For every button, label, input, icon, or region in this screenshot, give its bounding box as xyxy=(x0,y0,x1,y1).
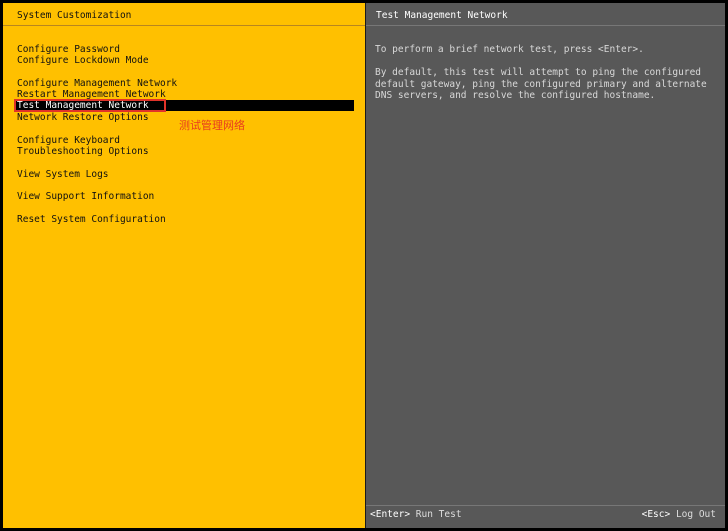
menu-configure-management-network[interactable]: Configure Management Network xyxy=(17,78,177,89)
menu-network-restore-options[interactable]: Network Restore Options xyxy=(17,112,149,123)
description-line: default gateway, ping the configured pri… xyxy=(375,78,707,90)
menu-view-system-logs[interactable]: View System Logs xyxy=(17,169,109,180)
left-header-rule xyxy=(3,25,365,26)
menu-test-management-network[interactable]: Test Management Network xyxy=(15,100,354,111)
log-out-label: Log Out xyxy=(675,509,716,520)
right-pane-title: Test Management Network xyxy=(376,10,508,21)
menu-view-support-information[interactable]: View Support Information xyxy=(17,191,154,202)
enter-key-label: <Enter> xyxy=(370,509,411,520)
menu-configure-lockdown-mode[interactable]: Configure Lockdown Mode xyxy=(17,55,149,66)
menu-troubleshooting-options[interactable]: Troubleshooting Options xyxy=(17,146,149,157)
run-test-hint[interactable]: <Enter> Run Test xyxy=(370,509,462,520)
run-test-label: Run Test xyxy=(415,509,462,520)
description-line: By default, this test will attempt to pi… xyxy=(375,67,702,78)
annotation-label: 测试管理网络 xyxy=(179,119,245,132)
menu-configure-password[interactable]: Configure Password xyxy=(17,44,120,55)
menu-configure-keyboard[interactable]: Configure Keyboard xyxy=(17,135,120,146)
description-line: To perform a brief network test, press <… xyxy=(375,44,644,55)
right-header-rule xyxy=(366,25,725,26)
left-pane-title: System Customization xyxy=(17,10,132,21)
right-footer-rule xyxy=(366,505,725,506)
system-customization-pane: System Customization Configure Password … xyxy=(3,3,365,528)
detail-pane: Test Management Network To perform a bri… xyxy=(366,3,725,528)
description-line: DNS servers, and resolve the configured … xyxy=(375,90,656,101)
log-out-hint[interactable]: <Esc> Log Out xyxy=(642,509,716,520)
esc-key-label: <Esc> xyxy=(641,509,671,520)
menu-restart-management-network[interactable]: Restart Management Network xyxy=(17,89,166,100)
menu-reset-system-configuration[interactable]: Reset System Configuration xyxy=(17,214,166,225)
